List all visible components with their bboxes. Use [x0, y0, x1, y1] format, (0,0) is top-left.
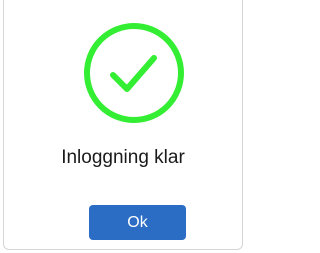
success-check-icon — [82, 21, 186, 125]
ok-button[interactable]: Ok — [89, 205, 186, 240]
login-success-dialog: Inloggning klar Ok — [3, 0, 243, 250]
dialog-message: Inloggning klar — [61, 147, 185, 168]
